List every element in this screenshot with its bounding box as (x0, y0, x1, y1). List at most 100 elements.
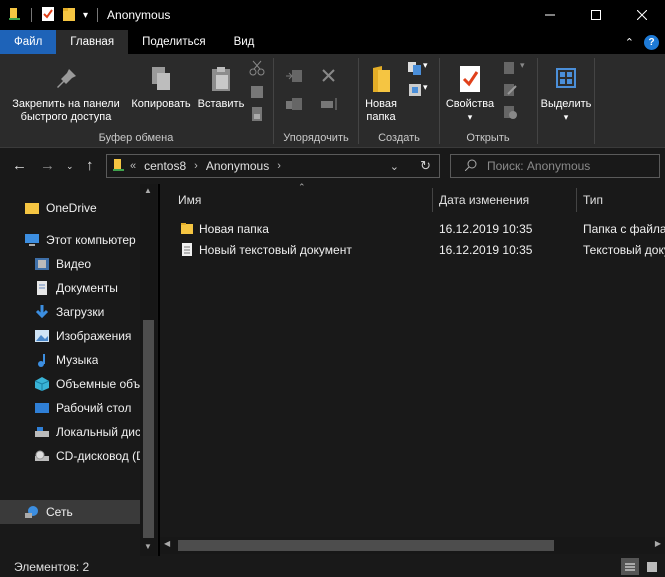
window-controls (527, 0, 665, 30)
properties-qat-icon[interactable] (41, 6, 55, 25)
open-group-label: Открыть (466, 132, 510, 144)
nav-item-label: Видео (56, 257, 92, 271)
nav-pane-scroll-thumb[interactable] (143, 320, 154, 538)
folder-icon (24, 200, 40, 216)
search-icon (464, 159, 477, 174)
help-icon[interactable]: ? (644, 34, 659, 50)
collapse-ribbon-icon[interactable]: ⌃ (625, 36, 634, 49)
window-title: Anonymous (107, 8, 171, 22)
tab-share[interactable]: Поделиться (128, 30, 220, 54)
column-header-date[interactable]: Дата изменения (439, 184, 577, 216)
properties-button[interactable]: Свойства ▾ (440, 62, 500, 124)
pin-quick-access-button[interactable]: Закрепить на панели быстрого доступа (4, 62, 128, 124)
scroll-down-icon[interactable]: ▼ (144, 542, 152, 551)
nav-item-label: Документы (56, 281, 118, 295)
nav-item-onedrive[interactable]: OneDrive (24, 196, 97, 220)
table-row[interactable]: Новый текстовый документ 16.12.2019 10:3… (160, 240, 665, 261)
pictures-icon (34, 328, 50, 344)
nav-item-label: Этот компьютер (46, 233, 136, 247)
folder-icon (180, 222, 194, 238)
file-list-horizontal-scrollbar[interactable]: ◀ ▶ (160, 537, 665, 554)
new-folder-button[interactable]: Новая папка (359, 62, 403, 124)
rename-icon[interactable] (320, 96, 342, 112)
copy-path-icon[interactable] (249, 84, 265, 100)
tab-view[interactable]: Вид (220, 30, 269, 54)
nav-item-desktop[interactable]: Рабочий стол (34, 396, 131, 420)
pin-label-line1: Закрепить на панели (12, 98, 120, 110)
chevron-down-icon[interactable]: ▾ (520, 60, 525, 71)
table-row[interactable]: Новая папка 16.12.2019 10:35 Папка с фай… (160, 219, 665, 240)
file-date: 16.12.2019 10:35 (439, 222, 533, 236)
qat-divider (31, 8, 32, 22)
minimize-icon (545, 14, 555, 16)
cut-icon[interactable] (249, 60, 265, 76)
clipboard-group-label: Буфер обмена (98, 132, 174, 144)
move-to-icon[interactable] (284, 68, 306, 84)
column-divider[interactable] (576, 188, 577, 212)
column-divider[interactable] (432, 188, 433, 212)
column-header-type[interactable]: Тип (583, 184, 665, 216)
breadcrumb-item[interactable]: centos8 (144, 159, 186, 173)
chevron-down-icon[interactable]: ▾ (423, 60, 428, 71)
chevron-right-icon[interactable]: › (277, 160, 281, 172)
nav-item-pictures[interactable]: Изображения (34, 324, 131, 348)
copy-button[interactable]: Копировать (128, 62, 194, 111)
chevron-right-icon[interactable]: › (194, 160, 198, 172)
close-icon (637, 10, 647, 20)
edit-icon[interactable] (502, 82, 518, 98)
computer-icon (24, 232, 40, 248)
history-icon[interactable] (502, 104, 518, 120)
recent-locations-icon[interactable]: ⌄ (66, 161, 74, 172)
clipboard-group: Закрепить на панели быстрого доступа Коп… (0, 54, 272, 148)
tab-file[interactable]: Файл (0, 30, 57, 54)
nav-item-label: Рабочий стол (56, 401, 132, 415)
nav-pane-scrollbar[interactable]: ▲ ▼ (140, 184, 157, 556)
ribbon-divider (594, 58, 595, 144)
nav-item-local-disk[interactable]: Локальный дис (34, 420, 140, 444)
nav-item-this-pc[interactable]: Этот компьютер (24, 228, 136, 252)
back-arrow-icon[interactable]: ← (12, 157, 27, 174)
scroll-left-icon[interactable]: ◀ (164, 539, 170, 548)
column-header-label: Тип (583, 193, 604, 207)
nav-item-cd-drive[interactable]: CD-дисковод (D (34, 444, 140, 468)
copy-to-icon[interactable] (284, 96, 306, 112)
horizontal-scroll-thumb[interactable] (178, 540, 554, 551)
chevron-down-icon[interactable]: ▾ (423, 82, 428, 93)
text-file-icon (181, 242, 193, 260)
nav-item-3d-objects[interactable]: Объемные объ (34, 372, 140, 396)
nav-item-documents[interactable]: Документы (34, 276, 118, 300)
breadcrumb-item[interactable]: Anonymous (206, 159, 269, 173)
nav-item-label: Локальный дис (56, 425, 140, 439)
minimize-button[interactable] (527, 0, 573, 30)
scroll-right-icon[interactable]: ▶ (655, 539, 661, 548)
select-button[interactable]: Выделить ▾ (538, 62, 594, 124)
breadcrumb-overflow[interactable]: « (130, 160, 136, 172)
maximize-button[interactable] (573, 0, 619, 30)
delete-icon[interactable] (320, 68, 342, 84)
new-folder-qat-icon[interactable] (61, 6, 77, 25)
nav-item-network[interactable]: Сеть (0, 500, 140, 524)
nav-item-downloads[interactable]: Загрузки (34, 300, 104, 324)
pin-label-line2: быстрого доступа (20, 111, 112, 123)
chevron-down-icon[interactable]: ▾ (83, 10, 88, 21)
nav-item-videos[interactable]: Видео (34, 252, 91, 276)
easy-access-icon[interactable] (407, 82, 423, 98)
paste-button[interactable]: Вставить (194, 62, 248, 111)
nav-item-label: OneDrive (46, 201, 97, 215)
search-input[interactable]: Поиск: Anonymous (450, 154, 660, 178)
scroll-up-icon[interactable]: ▲ (144, 186, 152, 195)
large-icons-view-button[interactable] (643, 558, 661, 575)
refresh-icon[interactable]: ↻ (420, 158, 431, 174)
forward-arrow-icon[interactable]: → (40, 157, 55, 174)
nav-item-music[interactable]: Музыка (34, 348, 98, 372)
open-icon[interactable] (502, 60, 518, 76)
up-arrow-icon[interactable]: ↑ (86, 157, 94, 174)
paste-shortcut-icon[interactable] (249, 106, 265, 122)
address-bar[interactable]: « centos8 › Anonymous › ⌄ ↻ (106, 154, 440, 178)
new-item-icon[interactable] (407, 60, 423, 76)
tab-home[interactable]: Главная (56, 30, 129, 54)
address-dropdown-icon[interactable]: ⌄ (390, 160, 399, 173)
details-view-button[interactable] (621, 558, 639, 575)
close-button[interactable] (619, 0, 665, 30)
column-header-name[interactable]: Имя (178, 184, 432, 216)
